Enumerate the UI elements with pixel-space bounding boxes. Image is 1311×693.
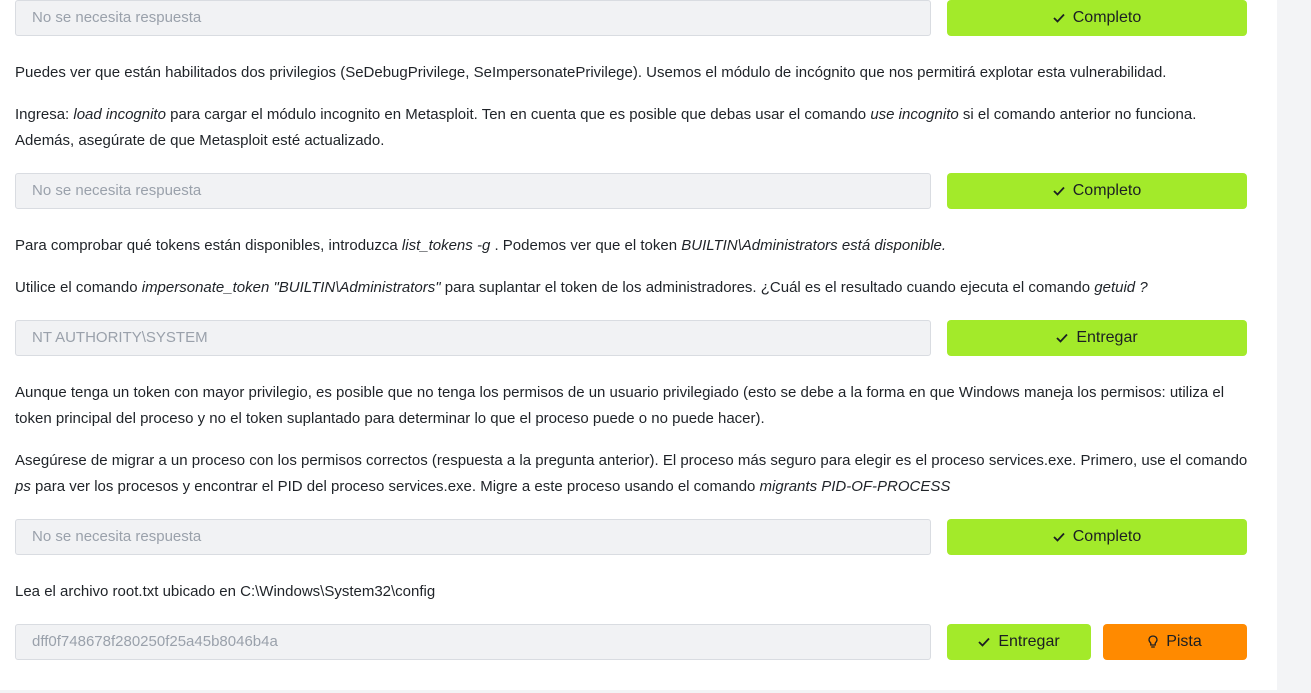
command-text: impersonate_token "BUILTIN\Administrator… [141,279,441,296]
text: Utilice el comando [15,279,142,296]
paragraph-read-root: Lea el archivo root.txt ubicado en C:\Wi… [15,583,436,600]
text: Para comprobar qué tokens están disponib… [15,237,402,254]
text: para cargar el módulo incognito en Metas… [165,106,871,123]
paragraph-list-tokens: Para comprobar qué tokens están disponib… [15,233,1255,259]
check-icon [978,637,990,647]
complete-button-1[interactable]: Completo [947,0,1247,36]
question-row-5: dff0f748678f280250f25a45b8046b4a Entrega… [15,624,1247,660]
complete-button-4[interactable]: Completo [947,519,1247,555]
text: para ver los procesos y encontrar el PID… [30,478,760,495]
question-row-3: NT AUTHORITY\SYSTEM Entregar [15,320,1247,356]
submit-button-5[interactable]: Entregar [947,624,1091,660]
answer-field-2[interactable]: No se necesita respuesta [15,173,931,209]
complete-button-2[interactable]: Completo [947,173,1247,209]
paragraph-impersonate: Utilice el comando impersonate_token "BU… [15,275,1255,301]
command-text: migrants PID-OF-PROCESS [759,478,951,495]
paragraph-token-note: Aunque tenga un token con mayor privileg… [15,384,1225,427]
question-row-1: No se necesita respuesta Completo [15,0,1247,36]
paragraph-privileges: Puedes ver que están habilitados dos pri… [15,64,1167,81]
complete-button-label: Completo [1072,9,1142,26]
check-icon [1053,186,1065,196]
scrollbar-gutter [1277,0,1311,693]
paragraph-load-incognito: Ingresa: load incognito para cargar el m… [15,102,1255,154]
question-row-2: No se necesita respuesta Completo [15,173,1247,209]
submit-button-3[interactable]: Entregar [947,320,1247,356]
paragraph-migrate: Asegúrese de migrar a un proceso con los… [15,448,1255,500]
check-icon [1053,532,1065,542]
complete-button-label: Completo [1072,528,1142,545]
submit-button-label: Entregar [998,633,1060,650]
command-text: ps [15,478,31,495]
answer-field-5[interactable]: dff0f748678f280250f25a45b8046b4a [15,624,931,660]
command-text: load incognito [73,106,166,123]
command-text: list_tokens -g [401,237,491,254]
question-row-4: No se necesita respuesta Completo [15,519,1247,555]
check-icon [1056,333,1068,343]
check-icon [1053,13,1065,23]
submit-button-label: Entregar [1076,329,1138,346]
text: Ingresa: [15,106,74,123]
text: . Podemos ver que el token [490,237,682,254]
text: para suplantar el token de los administr… [440,279,1095,296]
text: Asegúrese de migrar a un proceso con los… [15,452,1248,469]
command-text: use incognito [870,106,959,123]
hint-button[interactable]: Pista [1103,624,1247,660]
answer-field-1[interactable]: No se necesita respuesta [15,0,931,36]
task-content-panel: No se necesita respuesta Completo Puedes… [0,0,1277,690]
answer-field-4[interactable]: No se necesita respuesta [15,519,931,555]
complete-button-label: Completo [1072,182,1142,199]
hint-button-label: Pista [1166,633,1202,650]
command-text: getuid ? [1094,279,1148,296]
lightbulb-icon [1148,635,1158,648]
command-text: BUILTIN\Administrators está disponible. [681,237,947,254]
answer-field-3[interactable]: NT AUTHORITY\SYSTEM [15,320,931,356]
